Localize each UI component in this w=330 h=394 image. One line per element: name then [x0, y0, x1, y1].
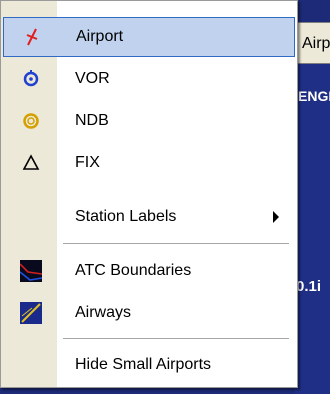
menu-separator — [63, 338, 289, 340]
airways-icon — [3, 293, 59, 333]
airport-icon — [4, 18, 60, 56]
menu-item-label: FIX — [75, 154, 100, 171]
background-map-area — [295, 64, 330, 394]
background-tab[interactable]: Airp — [295, 22, 330, 64]
menu-item-label: ATC Boundaries — [75, 262, 192, 279]
menu-item-fix[interactable]: FIX — [3, 143, 295, 183]
ndb-icon — [3, 101, 59, 141]
context-menu: Airport VOR NDB FIX Station Labels ATC B… — [0, 0, 298, 388]
menu-item-atc-boundaries[interactable]: ATC Boundaries — [3, 251, 295, 291]
background-text-value: 0.1i — [296, 278, 322, 295]
fix-icon — [3, 143, 59, 183]
menu-item-airport[interactable]: Airport — [3, 17, 295, 57]
atc-boundaries-icon — [3, 251, 59, 291]
menu-item-airways[interactable]: Airways — [3, 293, 295, 333]
menu-item-station-labels[interactable]: Station Labels — [3, 197, 295, 237]
menu-item-hide-small-airports[interactable]: Hide Small Airports — [3, 345, 295, 385]
menu-item-label: Airways — [75, 304, 132, 321]
menu-item-ndb[interactable]: NDB — [3, 101, 295, 141]
menu-item-label: VOR — [75, 70, 110, 87]
menu-item-label: Hide Small Airports — [75, 356, 212, 373]
menu-separator — [63, 243, 289, 245]
submenu-arrow-icon — [273, 211, 279, 223]
menu-item-label: Airport — [76, 28, 124, 45]
menu-item-label: Station Labels — [75, 208, 177, 225]
menu-item-label: NDB — [75, 112, 109, 129]
background-text-top: ENGI — [298, 88, 330, 104]
menu-item-vor[interactable]: VOR — [3, 59, 295, 99]
vor-icon — [3, 59, 59, 99]
